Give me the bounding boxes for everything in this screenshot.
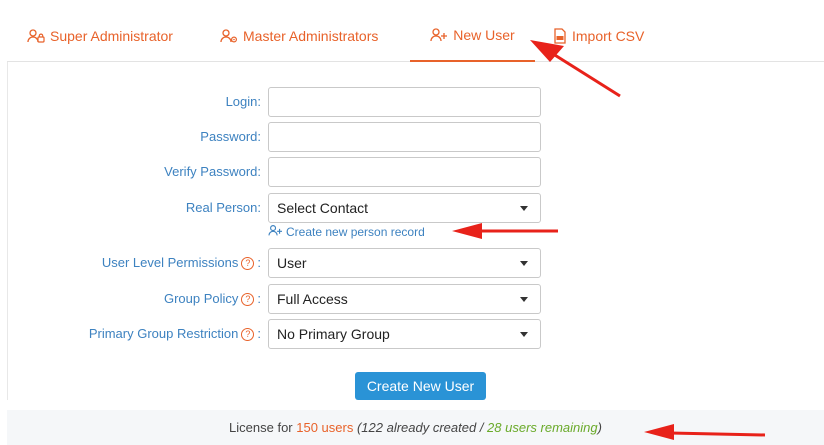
label-colon: :: [257, 326, 261, 341]
tab-bar: Super Administrator Master Administrator…: [7, 9, 824, 62]
user-level-select[interactable]: User: [268, 248, 541, 278]
tab-label: Master Administrators: [243, 27, 379, 44]
user-level-label-text: User Level Permissions: [101, 255, 239, 270]
password-row: Password:: [0, 122, 824, 152]
csv-file-icon: [553, 27, 567, 44]
real-person-label: Real Person:: [185, 200, 261, 215]
annotation-arrow-create-person: [452, 223, 558, 239]
login-input[interactable]: [268, 87, 541, 117]
label-colon: :: [257, 291, 261, 306]
tab-import-csv[interactable]: Import CSV: [553, 9, 644, 62]
license-bar: License for 150 users ( 122 already crea…: [7, 410, 824, 445]
password-input[interactable]: [268, 122, 541, 152]
help-icon[interactable]: ?: [241, 292, 255, 306]
group-policy-value: Full Access: [277, 291, 348, 307]
primary-group-select[interactable]: No Primary Group: [268, 319, 541, 349]
user-level-label: User Level Permissions ? :: [102, 248, 261, 278]
primary-group-label: Primary Group Restriction ? :: [89, 319, 261, 349]
primary-group-label-text: Primary Group Restriction: [88, 326, 239, 341]
verify-password-input[interactable]: [268, 157, 541, 187]
label-colon: :: [257, 255, 261, 270]
user-level-row: User Level Permissions ? : User: [0, 248, 824, 278]
tab-label: New User: [453, 26, 515, 43]
license-separator: /: [476, 420, 488, 435]
primary-group-value: No Primary Group: [277, 326, 390, 342]
create-person-link[interactable]: Create new person record: [268, 224, 425, 240]
verify-password-label: Verify Password:: [164, 164, 261, 179]
license-created: 122 already created: [361, 420, 477, 435]
license-prefix: License for: [229, 420, 297, 435]
group-policy-label: Group Policy ? :: [164, 284, 261, 314]
group-policy-label-text: Group Policy: [163, 291, 239, 306]
users-lock-icon: [27, 28, 45, 44]
license-remaining: 28 users remaining: [487, 420, 598, 435]
login-label: Login:: [225, 94, 261, 109]
group-policy-select[interactable]: Full Access: [268, 284, 541, 314]
chevron-down-icon: [520, 296, 528, 302]
help-icon[interactable]: ?: [241, 256, 255, 270]
real-person-select[interactable]: Select Contact: [268, 193, 541, 223]
tab-new-user[interactable]: New User: [410, 9, 535, 62]
user-plus-icon: [268, 224, 283, 240]
users-gear-icon: [220, 28, 238, 44]
create-new-user-button[interactable]: Create New User: [355, 372, 486, 400]
real-person-row: Real Person: Select Contact: [0, 193, 824, 223]
license-close-paren: ): [597, 420, 602, 435]
user-level-value: User: [277, 255, 307, 271]
primary-group-row: Primary Group Restriction ? : No Primary…: [0, 319, 824, 349]
verify-password-row: Verify Password:: [0, 157, 824, 187]
chevron-down-icon: [520, 331, 528, 337]
tab-label: Import CSV: [572, 27, 645, 44]
real-person-value: Select Contact: [277, 200, 369, 216]
license-open-paren: (: [353, 420, 362, 435]
chevron-down-icon: [520, 205, 528, 211]
help-icon[interactable]: ?: [241, 327, 255, 341]
login-row: Login:: [0, 87, 824, 117]
license-total: 150 users: [296, 420, 354, 435]
chevron-down-icon: [520, 260, 528, 266]
password-label: Password:: [200, 129, 261, 144]
tab-master-administrators[interactable]: Master Administrators: [220, 9, 378, 62]
tab-label: Super Administrator: [50, 27, 173, 44]
group-policy-row: Group Policy ? : Full Access: [0, 284, 824, 314]
create-person-link-text: Create new person record: [286, 225, 425, 239]
user-plus-icon: [430, 27, 448, 43]
tab-super-administrator[interactable]: Super Administrator: [27, 9, 173, 62]
